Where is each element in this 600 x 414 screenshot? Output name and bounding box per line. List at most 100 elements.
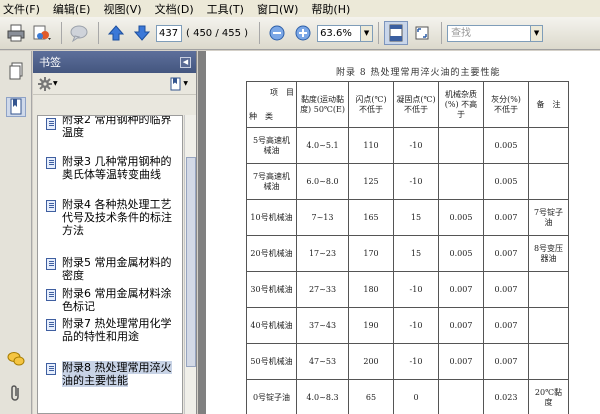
corner-header: 项 目种 类: [246, 81, 297, 128]
table-cell: 0.007: [483, 199, 529, 236]
table-cell: [438, 379, 484, 414]
table-cell: -10: [393, 127, 439, 164]
toolbar-separator: [98, 22, 99, 44]
pages-tab[interactable]: [6, 61, 26, 81]
bookmark-page-icon: [46, 319, 56, 331]
menu-window[interactable]: 窗口(W): [257, 1, 298, 17]
menu-edit[interactable]: 编辑(E): [53, 1, 91, 17]
table-cell: 125: [348, 163, 394, 200]
toolbar-separator: [441, 22, 443, 44]
table-row: 0号锭子油 4.0~8.3 65 0 0.023 20℃黏度: [246, 379, 569, 414]
bookmark-add-icon: [170, 77, 181, 90]
table-cell: 7~13: [296, 199, 349, 236]
table-cell: [528, 307, 569, 344]
bookmark-page-icon: [46, 363, 56, 375]
bookmark-page-icon: [46, 118, 56, 130]
new-bookmark-button[interactable]: ▼: [170, 77, 188, 91]
table-cell: -10: [393, 307, 439, 344]
print-button[interactable]: [4, 21, 28, 45]
bookmark-item[interactable]: 附录6 常用金属材料涂色标记: [46, 287, 180, 313]
menu-document[interactable]: 文档(D): [155, 1, 194, 17]
menu-tools[interactable]: 工具(T): [207, 1, 244, 17]
table-cell: [438, 127, 484, 164]
bookmark-item-selected[interactable]: 附录8 热处理常用淬火油的主要性能: [46, 361, 180, 387]
table-cell: 15: [393, 235, 439, 272]
bookmark-page-icon: [46, 157, 56, 169]
table-cell: 15: [393, 199, 439, 236]
bookmarks-tab[interactable]: [6, 97, 26, 117]
menu-help[interactable]: 帮助(H): [311, 1, 350, 17]
share-icon: [33, 25, 51, 40]
menu-file[interactable]: 文件(F): [3, 1, 40, 17]
options-button[interactable]: ▼: [38, 76, 58, 91]
column-header: 灰分(%) 不低于: [483, 81, 529, 128]
bookmark-scrollbar[interactable]: [184, 115, 196, 414]
comment-button[interactable]: [67, 21, 91, 45]
row-name: 30号机械油: [246, 271, 297, 308]
toolbar-separator: [378, 22, 380, 44]
column-header: 闪点(℃) 不低于: [348, 81, 394, 128]
table-cell: 0.005: [483, 127, 529, 164]
scrollbar-thumb[interactable]: [186, 157, 196, 367]
toolbar-separator: [259, 22, 261, 44]
row-name: 20号机械油: [246, 235, 297, 272]
bookmark-label: 附录7 热处理常用化学品的特性和用途: [62, 317, 172, 343]
table-cell: 180: [348, 271, 394, 308]
table-cell: 0.007: [483, 307, 529, 344]
zoom-in-button[interactable]: [291, 21, 315, 45]
fit-page-button[interactable]: [384, 21, 409, 45]
full-screen-button[interactable]: [410, 21, 434, 45]
bookmark-label: 附录3 几种常用钢种的奥氏体等温转变曲线: [62, 155, 172, 181]
navigation-strip: [0, 51, 32, 414]
comments-tab[interactable]: [6, 349, 26, 369]
zoom-dropdown[interactable]: ▼: [361, 24, 374, 42]
data-table: 项 目种 类 黏度(运动黏度) 50℃(E) 闪点(℃) 不低于 凝固点(℃) …: [246, 81, 569, 414]
comment-icon: [70, 25, 88, 43]
table-cell: -10: [393, 343, 439, 380]
attachments-tab[interactable]: [6, 383, 26, 403]
share-button[interactable]: [30, 21, 54, 45]
table-cell: 37~43: [296, 307, 349, 344]
table-cell: 8号变压器油: [528, 235, 569, 272]
table-cell: [438, 163, 484, 200]
panel-menu-button[interactable]: ◀: [180, 56, 191, 68]
bookmark-label: 附录5 常用金属材料的密度: [62, 256, 172, 282]
bookmark-item[interactable]: 附录4 各种热处理工艺代号及技术条件的标注方法: [46, 198, 180, 237]
table-cell: 170: [348, 235, 394, 272]
search-dropdown[interactable]: ▼: [531, 24, 544, 42]
table-cell: -10: [393, 163, 439, 200]
bookmark-page-icon: [46, 289, 56, 301]
table-cell: 20℃黏度: [528, 379, 569, 414]
toolbar: 437 ( 450 / 455 ) 63.6% ▼ 查找 ▼: [0, 17, 600, 50]
bookmark-item[interactable]: 附录7 热处理常用化学品的特性和用途: [46, 317, 180, 343]
column-header: 备 注: [528, 81, 569, 128]
table-cell: -10: [393, 271, 439, 308]
bookmark-list: 附录2 常用钢种的临界温度 附录3 几种常用钢种的奥氏体等温转变曲线 附录4 各…: [37, 115, 183, 414]
menu-view[interactable]: 视图(V): [103, 1, 141, 17]
pages-icon: [9, 62, 23, 80]
panel-toolbar: ▼ ▼: [33, 73, 196, 95]
table-cell: 65: [348, 379, 394, 414]
bookmark-item[interactable]: 附录3 几种常用钢种的奥氏体等温转变曲线: [46, 155, 180, 181]
search-input[interactable]: 查找: [447, 24, 532, 42]
page-number-input[interactable]: 437: [156, 24, 182, 42]
bookmark-page-icon: [46, 200, 56, 212]
document-area: 附录 8 热处理常用淬火油的主要性能 项 目种 类 黏度(运动黏度) 50℃(E…: [198, 51, 600, 414]
zoom-out-button[interactable]: [265, 21, 289, 45]
table-cell: [528, 127, 569, 164]
table-cell: 0: [393, 379, 439, 414]
row-name: 7号高速机械油: [246, 163, 297, 200]
table-cell: 0.007: [483, 235, 529, 272]
bookmark-item[interactable]: 附录2 常用钢种的临界温度: [46, 116, 180, 139]
menu-bar: 文件(F) 编辑(E) 视图(V) 文档(D) 工具(T) 窗口(W) 帮助(H…: [0, 0, 600, 17]
table-row: 40号机械油 37~43 190 -10 0.007 0.007: [246, 307, 569, 344]
table-cell: 0.007: [483, 271, 529, 308]
paperclip-icon: [11, 385, 19, 401]
bookmark-item[interactable]: 附录5 常用金属材料的密度: [46, 256, 180, 282]
row-name: 0号锭子油: [246, 379, 297, 414]
prev-page-button[interactable]: [104, 21, 128, 45]
zoom-level-input[interactable]: 63.6%: [317, 24, 362, 42]
column-header: 凝固点(℃) 不低于: [393, 81, 439, 128]
chevron-down-icon: ▼: [53, 80, 58, 87]
next-page-button[interactable]: [130, 21, 154, 45]
